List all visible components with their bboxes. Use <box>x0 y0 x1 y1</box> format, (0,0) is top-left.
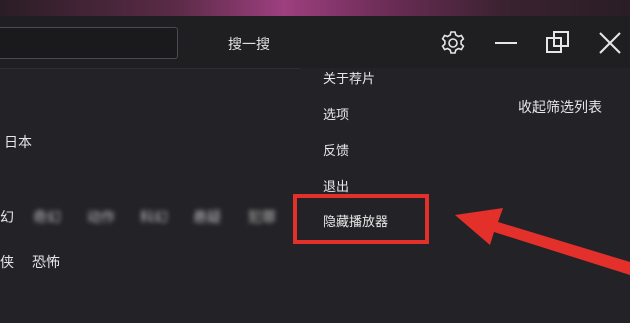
menu-item-exit[interactable]: 退出 <box>323 176 349 195</box>
background-image-strip <box>0 0 630 16</box>
maximize-icon[interactable] <box>544 29 572 57</box>
search-input[interactable] <box>0 27 178 59</box>
genre-filter[interactable]: 侠 <box>0 252 14 272</box>
menu-item-options[interactable]: 选项 <box>323 104 349 123</box>
genre-filter[interactable]: 奇幻 <box>33 207 61 227</box>
gear-icon[interactable] <box>439 29 467 57</box>
minimize-icon[interactable] <box>492 29 520 57</box>
close-icon[interactable] <box>596 29 624 57</box>
divider <box>0 68 300 69</box>
highlight-box <box>293 194 429 244</box>
genre-filter[interactable]: 悬疑 <box>193 207 221 227</box>
genre-filter-horror[interactable]: 恐怖 <box>32 252 60 272</box>
region-filter-japan[interactable]: 日本 <box>4 132 32 152</box>
menu-item-about[interactable]: 关于荐片 <box>323 68 375 87</box>
genre-filter[interactable]: 幻 <box>0 207 14 227</box>
genre-filter[interactable]: 犯罪 <box>248 207 276 227</box>
collapse-filter-link[interactable]: 收起筛选列表 <box>518 97 602 117</box>
genre-filter[interactable]: 科幻 <box>140 207 168 227</box>
search-button[interactable]: 搜一搜 <box>228 34 270 54</box>
genre-filter[interactable]: 动作 <box>87 207 115 227</box>
menu-item-feedback[interactable]: 反馈 <box>323 140 349 159</box>
